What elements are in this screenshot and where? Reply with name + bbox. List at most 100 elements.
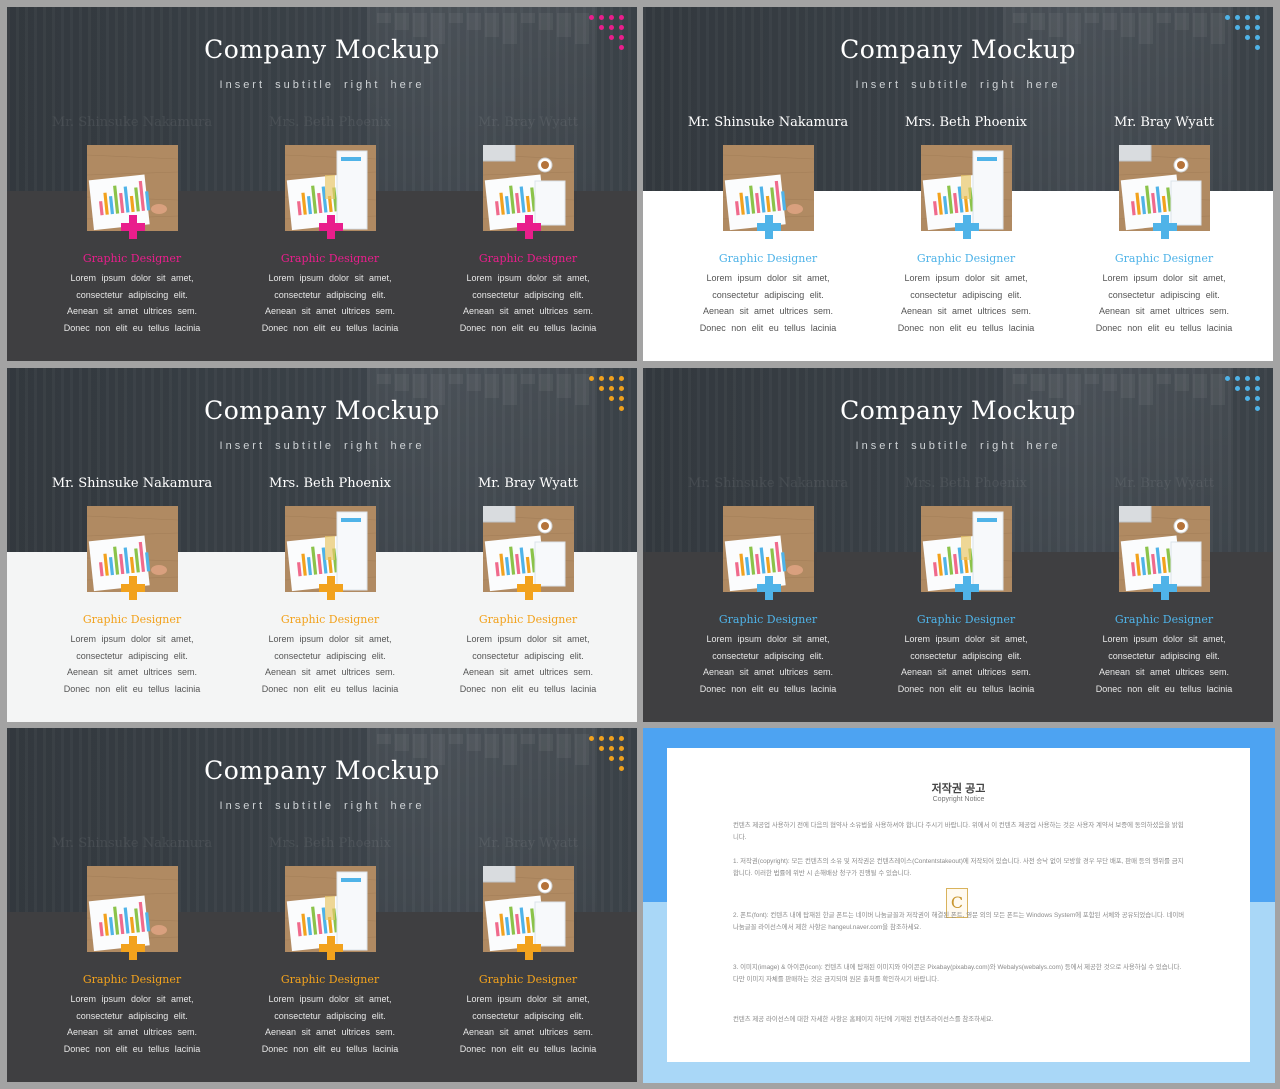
member-name: Mrs. Beth Phoenix xyxy=(269,115,391,130)
member-role: Graphic Designer xyxy=(916,252,1016,265)
team-slide[interactable]: Company Mockup Insert subtitle right her… xyxy=(7,728,637,1082)
team-member-card: Mrs. Beth Phoenix Graphic Designer Lorem… xyxy=(866,115,1066,336)
member-role: Graphic Designer xyxy=(280,613,380,626)
description-line: Aenean sit amet ultrices sem. xyxy=(264,667,396,677)
member-photo xyxy=(86,145,178,239)
description-line: Lorem ipsum dolor sit amet, xyxy=(466,994,590,1004)
member-name: Mr. Shinsuke Nakamura xyxy=(687,476,849,491)
member-name: Mr. Bray Wyatt xyxy=(478,115,578,130)
member-description: Lorem ipsum dolor sit amet, consectetur a… xyxy=(428,270,628,336)
member-name: Mr. Shinsuke Nakamura xyxy=(51,115,213,130)
description-line: Donec non elit eu tellus lacinia xyxy=(261,683,399,694)
member-role: Graphic Designer xyxy=(478,252,578,265)
team-member-card: Mrs. Beth Phoenix Graphic Designer Lorem… xyxy=(866,476,1066,697)
description-line: Donec non elit eu tellus lacinia xyxy=(63,1043,201,1054)
copyright-notice-slide[interactable]: 저작권 공고 Copyright Notice 컨텐츠 제공업 사용하기 전에 … xyxy=(643,728,1275,1083)
member-photo xyxy=(722,145,814,239)
plus-icon xyxy=(120,936,145,960)
description-line: Lorem ipsum dolor sit amet, xyxy=(268,994,392,1004)
member-photo xyxy=(1118,145,1210,239)
slide-subtitle: Insert subtitle right here xyxy=(219,440,425,452)
member-name: Mrs. Beth Phoenix xyxy=(905,115,1027,130)
notice-title: 저작권 공고 xyxy=(931,783,986,795)
description-line: Aenean sit amet ultrices sem. xyxy=(264,1027,396,1037)
description-line: Donec non elit eu tellus lacinia xyxy=(897,322,1035,333)
team-member-card: Mr. Shinsuke Nakamura Graphic Designer L… xyxy=(668,115,868,336)
plus-icon xyxy=(120,576,145,600)
slide-subtitle: Insert subtitle right here xyxy=(219,79,425,91)
description-line: Donec non elit eu tellus lacinia xyxy=(63,683,201,694)
description-line: consectetur adipiscing elit. xyxy=(274,289,386,300)
description-line: consectetur adipiscing elit. xyxy=(472,650,584,661)
description-line: Lorem ipsum dolor sit amet, xyxy=(1102,273,1226,283)
description-line: Lorem ipsum dolor sit amet, xyxy=(1102,634,1226,644)
member-photo xyxy=(284,145,376,239)
description-line: consectetur adipiscing elit. xyxy=(910,650,1022,661)
slide-subtitle: Insert subtitle right here xyxy=(855,440,1061,452)
description-line: Lorem ipsum dolor sit amet, xyxy=(70,994,194,1004)
slide-subtitle: Insert subtitle right here xyxy=(855,79,1061,91)
description-line: Aenean sit amet ultrices sem. xyxy=(462,667,594,677)
notice-paragraph: 컨텐츠 제공업 사용하기 전에 다음의 협약사 소유법을 사용하셔야 합니다 주… xyxy=(733,822,1184,841)
member-name: Mrs. Beth Phoenix xyxy=(269,476,391,491)
description-line: Aenean sit amet ultrices sem. xyxy=(462,306,594,316)
member-photo xyxy=(920,145,1012,239)
slide-title: Company Mockup xyxy=(840,35,1076,64)
slide-title: Company Mockup xyxy=(204,756,440,785)
description-line: consectetur adipiscing elit. xyxy=(1108,289,1220,300)
description-line: Lorem ipsum dolor sit amet, xyxy=(706,634,830,644)
team-member-card: Mr. Shinsuke Nakamura Graphic Designer L… xyxy=(32,476,232,697)
description-line: Lorem ipsum dolor sit amet, xyxy=(904,273,1028,283)
description-line: Donec non elit eu tellus lacinia xyxy=(897,683,1035,694)
description-line: Aenean sit amet ultrices sem. xyxy=(264,306,396,316)
description-line: consectetur adipiscing elit. xyxy=(712,289,824,300)
member-name: Mr. Bray Wyatt xyxy=(478,836,578,851)
team-member-card: Mrs. Beth Phoenix Graphic Designer Lorem… xyxy=(230,836,430,1057)
description-line: Lorem ipsum dolor sit amet, xyxy=(466,273,590,283)
team-member-card: Mrs. Beth Phoenix Graphic Designer Lorem… xyxy=(230,115,430,336)
member-name: Mr. Shinsuke Nakamura xyxy=(687,115,849,130)
member-description: Lorem ipsum dolor sit amet, consectetur a… xyxy=(866,270,1066,336)
plus-icon xyxy=(1152,576,1177,600)
team-member-card: Mr. Bray Wyatt Graphic Designer Lorem ip… xyxy=(1064,476,1264,697)
team-slide[interactable]: Company Mockup Insert subtitle right her… xyxy=(7,7,637,361)
description-line: Donec non elit eu tellus lacinia xyxy=(1095,683,1233,694)
member-photo xyxy=(86,866,178,960)
member-description: Lorem ipsum dolor sit amet, consectetur a… xyxy=(668,631,868,697)
team-member-card: Mr. Shinsuke Nakamura Graphic Designer L… xyxy=(32,115,232,336)
member-description: Lorem ipsum dolor sit amet, consectetur a… xyxy=(32,991,232,1057)
member-photo xyxy=(284,506,376,600)
team-member-card: Mr. Bray Wyatt Graphic Designer Lorem ip… xyxy=(428,476,628,697)
description-line: consectetur adipiscing elit. xyxy=(76,289,188,300)
plus-icon xyxy=(120,215,145,239)
description-line: Aenean sit amet ultrices sem. xyxy=(66,1027,198,1037)
description-line: Donec non elit eu tellus lacinia xyxy=(699,322,837,333)
team-member-card: Mr. Bray Wyatt Graphic Designer Lorem ip… xyxy=(1064,115,1264,336)
description-line: Donec non elit eu tellus lacinia xyxy=(261,1043,399,1054)
member-role: Graphic Designer xyxy=(478,613,578,626)
team-slide[interactable]: Company Mockup Insert subtitle right her… xyxy=(643,7,1273,361)
description-line: Donec non elit eu tellus lacinia xyxy=(459,683,597,694)
member-role: Graphic Designer xyxy=(718,252,818,265)
notice-subtitle: Copyright Notice xyxy=(932,796,985,803)
description-line: Aenean sit amet ultrices sem. xyxy=(1098,667,1230,677)
member-role: Graphic Designer xyxy=(280,252,380,265)
team-slide[interactable]: Company Mockup Insert subtitle right her… xyxy=(7,368,637,722)
plus-icon xyxy=(516,215,541,239)
member-role: Graphic Designer xyxy=(280,973,380,986)
member-name: Mr. Bray Wyatt xyxy=(478,476,578,491)
member-description: Lorem ipsum dolor sit amet, consectetur a… xyxy=(230,631,430,697)
description-line: Aenean sit amet ultrices sem. xyxy=(462,1027,594,1037)
plus-icon xyxy=(516,576,541,600)
description-line: consectetur adipiscing elit. xyxy=(76,1010,188,1021)
team-member-card: Mr. Shinsuke Nakamura Graphic Designer L… xyxy=(32,836,232,1057)
description-line: Lorem ipsum dolor sit amet, xyxy=(70,634,194,644)
plus-icon xyxy=(954,215,979,239)
team-member-card: Mr. Bray Wyatt Graphic Designer Lorem ip… xyxy=(428,115,628,336)
description-line: Lorem ipsum dolor sit amet, xyxy=(466,634,590,644)
description-line: consectetur adipiscing elit. xyxy=(472,289,584,300)
team-slide[interactable]: Company Mockup Insert subtitle right her… xyxy=(643,368,1273,722)
member-name: Mr. Bray Wyatt xyxy=(1114,115,1214,130)
plus-icon xyxy=(318,576,343,600)
description-line: consectetur adipiscing elit. xyxy=(274,650,386,661)
